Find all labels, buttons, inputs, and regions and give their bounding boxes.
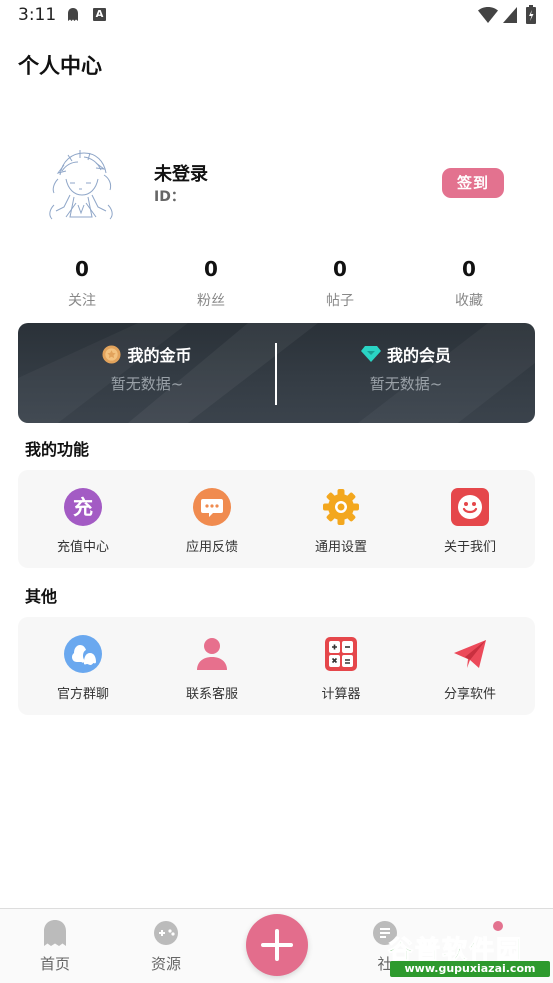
- add-post-button[interactable]: [246, 914, 308, 976]
- feature-label: 应用反馈: [185, 540, 238, 555]
- other-share-app[interactable]: 分享软件: [415, 635, 525, 702]
- other-label: 联系客服: [185, 687, 238, 702]
- stat-value: 0: [75, 257, 89, 281]
- stat-following[interactable]: 0 关注: [27, 256, 137, 310]
- feature-recharge-center[interactable]: 充 充值中心: [28, 488, 138, 555]
- other-contact-support[interactable]: 联系客服: [157, 635, 267, 702]
- coin-icon: [102, 344, 122, 364]
- feedback-icon: [193, 488, 231, 526]
- wallet-card: 我的金币 暂无数据~ 我的会员 暂无数据~: [18, 323, 535, 423]
- status-time: 3:11: [18, 5, 57, 25]
- checkin-button[interactable]: 签到: [442, 168, 504, 198]
- page-title: 个人中心: [18, 54, 102, 78]
- feature-label: 充值中心: [56, 540, 109, 555]
- watermark-url: www.gupuxiazai.com: [390, 961, 550, 977]
- settings-gear-icon: [323, 489, 359, 525]
- my-membership[interactable]: 我的会员 暂无数据~: [277, 343, 535, 394]
- user-name[interactable]: 未登录: [154, 160, 208, 186]
- battery-icon: [526, 5, 536, 24]
- others-card: 官方群聊 联系客服 计算器 分享软件: [18, 617, 535, 715]
- features-section-title: 我的功能: [25, 440, 90, 459]
- stat-value: 0: [462, 257, 476, 281]
- feature-app-feedback[interactable]: 应用反馈: [157, 488, 267, 555]
- my-coins[interactable]: 我的金币 暂无数据~: [18, 343, 276, 394]
- feature-about-us[interactable]: 关于我们: [415, 488, 525, 555]
- notification-ghost-icon: [68, 8, 78, 21]
- other-label: 计算器: [321, 687, 361, 702]
- ghost-home-icon: [44, 920, 66, 946]
- other-official-group[interactable]: 官方群聊: [28, 635, 138, 702]
- plus-icon: [261, 929, 293, 961]
- feature-label: 关于我们: [443, 540, 496, 555]
- customer-service-icon: [197, 638, 227, 670]
- feature-label: 通用设置: [314, 540, 367, 555]
- stat-fans[interactable]: 0 粉丝: [156, 256, 266, 310]
- stat-favorites[interactable]: 0 收藏: [414, 256, 524, 310]
- user-id: ID：: [154, 189, 185, 205]
- tab-home[interactable]: 首页: [15, 919, 95, 974]
- about-smiley-icon: [451, 488, 489, 526]
- tab-resources[interactable]: 资源: [126, 919, 206, 974]
- stat-value: 0: [333, 257, 347, 281]
- recharge-glyph: 充: [73, 495, 93, 519]
- gamepad-icon: [154, 921, 178, 945]
- keyboard-badge-icon: A: [93, 8, 106, 21]
- feature-general-settings[interactable]: 通用设置: [286, 488, 396, 555]
- features-card: 充 充值中心 应用反馈 通用设置 关于我们: [18, 470, 535, 568]
- membership-title: 我的会员: [386, 346, 451, 365]
- stat-label: 帖子: [326, 293, 354, 309]
- coins-title: 我的金币: [127, 346, 192, 365]
- recharge-icon: 充: [64, 488, 102, 526]
- share-paper-plane-icon: [454, 640, 486, 668]
- stat-label: 收藏: [455, 293, 483, 309]
- stat-value: 0: [204, 257, 218, 281]
- other-calculator[interactable]: 计算器: [286, 635, 396, 702]
- others-section-title: 其他: [25, 587, 58, 606]
- tab-label: 资源: [150, 955, 181, 973]
- signal-icon: [503, 7, 517, 23]
- group-chat-icon: [64, 635, 102, 673]
- calculator-icon: [325, 637, 357, 671]
- membership-value: 暂无数据~: [369, 375, 443, 393]
- avatar-sketch-icon[interactable]: [40, 145, 120, 227]
- diamond-icon: [360, 346, 381, 362]
- stat-label: 关注: [68, 293, 96, 309]
- watermark: 谷普软件园 www.gupuxiazai.com: [386, 930, 553, 980]
- stat-posts[interactable]: 0 帖子: [285, 256, 395, 310]
- other-label: 分享软件: [443, 687, 496, 702]
- wifi-icon: [478, 7, 498, 23]
- other-label: 官方群聊: [56, 687, 109, 702]
- status-bar: 3:11 A: [0, 0, 553, 32]
- stat-label: 粉丝: [197, 293, 225, 309]
- tab-label: 首页: [39, 955, 70, 973]
- watermark-title: 谷普软件园: [388, 935, 524, 965]
- coins-value: 暂无数据~: [110, 375, 184, 393]
